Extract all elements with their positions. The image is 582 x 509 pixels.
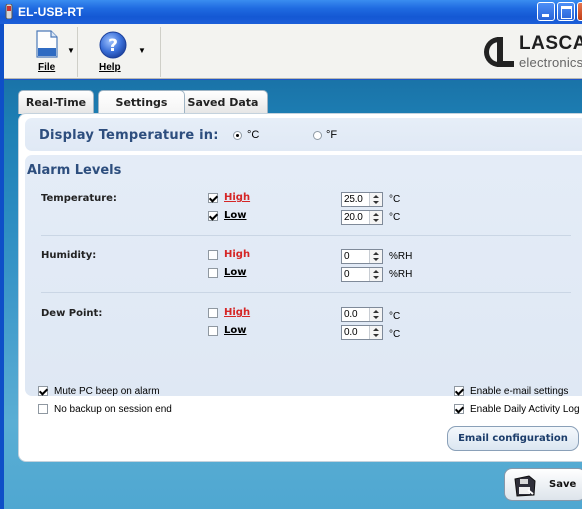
temperature-high-checkbox[interactable] xyxy=(208,193,218,203)
save-button[interactable]: Save xyxy=(504,468,582,501)
dew-point-high-stepper[interactable]: 0.0 xyxy=(341,307,383,322)
title-bar: EL-USB-RT xyxy=(0,0,582,24)
dew-point-high-unit: °C xyxy=(389,311,401,322)
svg-text:?: ? xyxy=(108,36,118,56)
lascar-logo-mark-icon xyxy=(484,37,514,67)
spin-arrows-icon[interactable] xyxy=(369,268,382,281)
temperature-high-value: 25.0 xyxy=(344,194,363,205)
temperature-low-label: Low xyxy=(224,210,247,221)
dew-point-low-value: 0.0 xyxy=(344,327,358,338)
chevron-down-icon: ▼ xyxy=(138,46,146,55)
dew-point-low-unit: °C xyxy=(389,329,401,340)
humidity-high-label: High xyxy=(224,249,251,260)
humidity-low-label: Low xyxy=(224,267,247,278)
temperature-low-unit: °C xyxy=(389,212,401,223)
mute-beep-label: Mute PC beep on alarm xyxy=(54,386,160,397)
fahrenheit-label: °F xyxy=(326,129,338,141)
dew-point-row-label: Dew Point: xyxy=(41,308,103,319)
save-label: Save xyxy=(549,479,577,490)
humidity-high-value: 0 xyxy=(344,251,350,262)
file-menu-label: File xyxy=(38,62,56,73)
humidity-low-unit: %RH xyxy=(389,269,413,280)
temperature-high-unit: °C xyxy=(389,194,401,205)
humidity-low-value: 0 xyxy=(344,269,350,280)
help-menu-button[interactable]: ? ▼ Help xyxy=(77,27,161,77)
app-icon xyxy=(5,4,13,19)
spin-arrows-icon[interactable] xyxy=(369,308,382,321)
display-section: Display Temperature in: °C °F xyxy=(25,118,582,151)
alarm-levels-title: Alarm Levels xyxy=(27,163,122,178)
mute-beep-checkbox[interactable] xyxy=(38,386,48,396)
floppy-disk-icon xyxy=(514,475,536,497)
temperature-row-label: Temperature: xyxy=(41,193,117,204)
celsius-radio[interactable] xyxy=(233,131,242,140)
humidity-high-checkbox[interactable] xyxy=(208,250,218,260)
dew-point-low-label: Low xyxy=(224,325,247,336)
spin-arrows-icon[interactable] xyxy=(369,326,382,339)
options-area: Mute PC beep on alarm No backup on sessi… xyxy=(27,369,582,451)
settings-panel: Display Temperature in: °C °F Alarm Leve… xyxy=(18,113,582,462)
divider xyxy=(41,235,571,236)
temperature-high-label: High xyxy=(224,192,251,203)
celsius-label: °C xyxy=(247,129,260,141)
dew-point-high-checkbox[interactable] xyxy=(208,308,218,318)
lascar-logo: LASCAR electronics xyxy=(482,32,582,76)
help-icon: ? xyxy=(99,31,127,59)
humidity-low-checkbox[interactable] xyxy=(208,268,218,278)
humidity-row-label: Humidity: xyxy=(41,250,97,261)
daily-log-label: Enable Daily Activity Log xyxy=(470,404,580,415)
maximize-button[interactable] xyxy=(557,2,575,21)
tab-real-time[interactable]: Real-Time xyxy=(18,90,94,114)
temperature-low-checkbox[interactable] xyxy=(208,211,218,221)
humidity-low-stepper[interactable]: 0 xyxy=(341,267,383,282)
email-configuration-button[interactable]: Email configuration xyxy=(447,426,579,451)
minimize-button[interactable] xyxy=(537,2,555,21)
enable-email-label: Enable e-mail settings xyxy=(470,386,569,397)
temperature-low-value: 20.0 xyxy=(344,212,363,223)
main-area: Real-Time Saved Data Settings Display Te… xyxy=(4,80,582,509)
divider xyxy=(41,292,571,293)
temperature-high-stepper[interactable]: 25.0 xyxy=(341,192,383,207)
tab-saved-data[interactable]: Saved Data xyxy=(178,90,268,114)
logo-brand: LASCAR xyxy=(519,33,582,54)
toolbar: ▼ File ? ▼ Help LASCAR electronics xyxy=(4,24,582,79)
temperature-low-stepper[interactable]: 20.0 xyxy=(341,210,383,225)
dew-point-high-value: 0.0 xyxy=(344,309,358,320)
display-temperature-label: Display Temperature in: xyxy=(39,128,219,143)
dew-point-low-stepper[interactable]: 0.0 xyxy=(341,325,383,340)
dew-point-low-checkbox[interactable] xyxy=(208,326,218,336)
no-backup-label: No backup on session end xyxy=(54,404,172,415)
logo-tagline: electronics xyxy=(519,55,582,70)
spin-arrows-icon[interactable] xyxy=(369,193,382,206)
document-icon xyxy=(36,30,58,58)
enable-email-checkbox[interactable] xyxy=(454,386,464,396)
spin-arrows-icon[interactable] xyxy=(369,211,382,224)
alarm-section xyxy=(25,155,582,396)
close-button[interactable] xyxy=(577,2,582,21)
daily-log-checkbox[interactable] xyxy=(454,404,464,414)
help-menu-label: Help xyxy=(99,62,121,73)
no-backup-checkbox[interactable] xyxy=(38,404,48,414)
spin-arrows-icon[interactable] xyxy=(369,250,382,263)
humidity-high-unit: %RH xyxy=(389,251,413,262)
dew-point-high-label: High xyxy=(224,307,251,318)
fahrenheit-radio[interactable] xyxy=(313,131,322,140)
chevron-down-icon: ▼ xyxy=(67,46,75,55)
file-menu-button[interactable]: ▼ File xyxy=(30,27,76,77)
window-title: EL-USB-RT xyxy=(18,5,84,19)
humidity-high-stepper[interactable]: 0 xyxy=(341,249,383,264)
